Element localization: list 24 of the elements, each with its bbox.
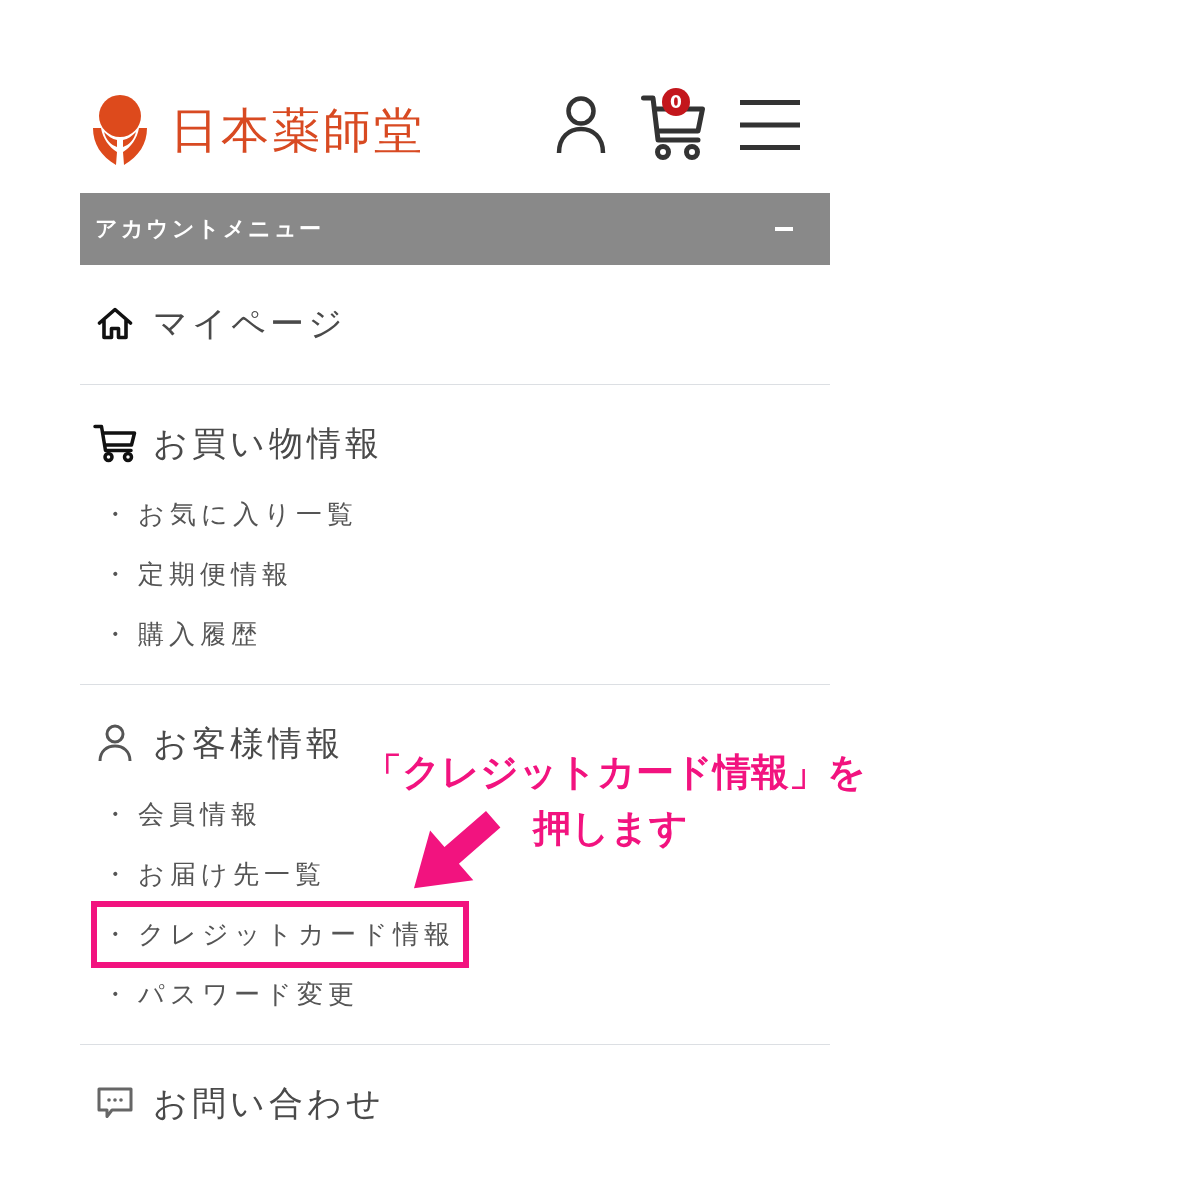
bullet: ・ <box>102 917 133 951</box>
person-icon <box>97 724 133 762</box>
section-heading: お客様情報 <box>153 723 344 763</box>
menu-link[interactable]: ・ クレジットカード情報 <box>91 900 469 968</box>
bullet: ・ <box>102 797 133 831</box>
callout-line: 「クレジットカード情報」を <box>364 749 866 796</box>
home-icon <box>97 306 133 340</box>
menu-link[interactable]: マイページ <box>93 303 347 343</box>
callout-line: 押します <box>532 805 688 852</box>
bullet: ・ <box>102 977 133 1011</box>
cart-badge: 0 <box>662 88 690 116</box>
section-heading: お買い物情報 <box>153 423 383 463</box>
bullet: ・ <box>102 497 133 531</box>
bullet: ・ <box>102 857 133 891</box>
account-menu-title: アカウントメニュー <box>95 215 324 243</box>
chat-icon <box>97 1087 133 1119</box>
menu-link[interactable]: お問い合わせ <box>93 1083 385 1123</box>
logo-icon <box>92 94 148 166</box>
menu-icon[interactable] <box>740 100 800 150</box>
logo-text: 日本薬師堂 <box>170 103 425 157</box>
bullet: ・ <box>102 557 133 591</box>
cart-icon <box>93 423 137 463</box>
bullet: ・ <box>102 617 133 651</box>
user-icon[interactable] <box>556 96 606 154</box>
